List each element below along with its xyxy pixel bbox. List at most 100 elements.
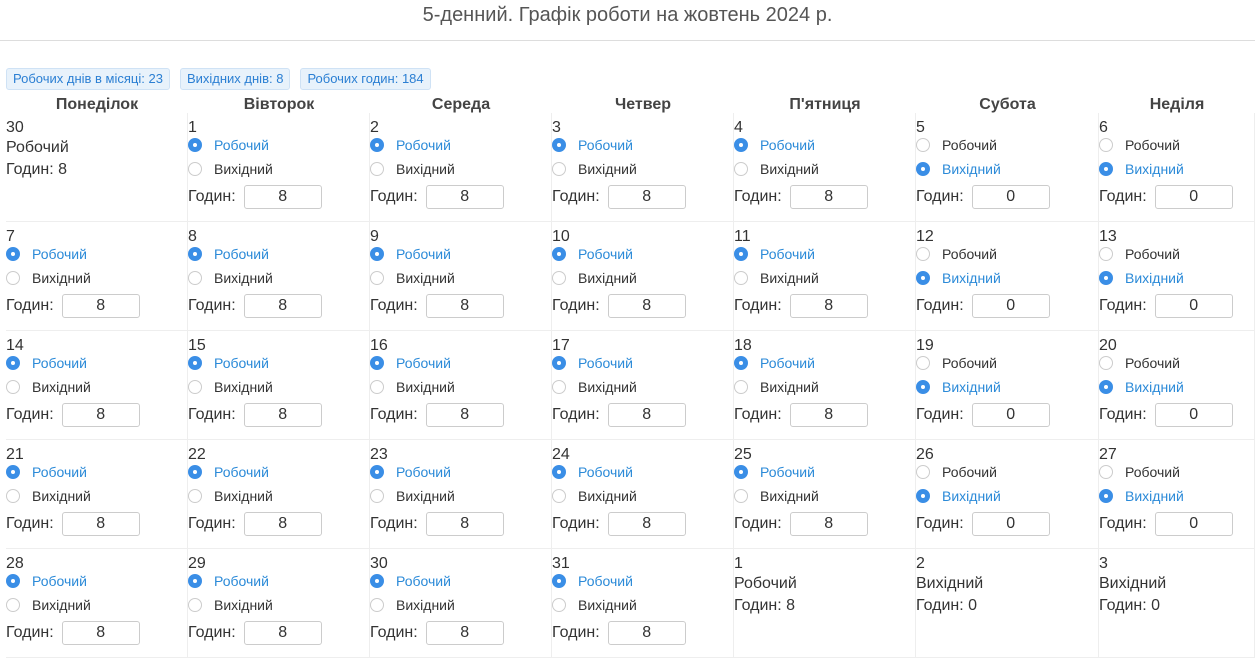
radio-checked-icon[interactable]: [552, 138, 566, 152]
radio-unchecked-icon[interactable]: [6, 598, 20, 612]
radio-working-day[interactable]: Робочий: [552, 137, 633, 153]
radio-day-off[interactable]: Вихідний: [552, 488, 637, 504]
radio-unchecked-icon[interactable]: [188, 162, 202, 176]
radio-working-day[interactable]: Робочий: [370, 246, 451, 262]
radio-working-day[interactable]: Робочий: [370, 355, 451, 371]
radio-checked-icon[interactable]: [916, 271, 930, 285]
radio-checked-icon[interactable]: [1099, 271, 1113, 285]
radio-day-off[interactable]: Вихідний: [1099, 488, 1184, 504]
radio-day-off[interactable]: Вихідний: [1099, 161, 1184, 177]
radio-working-day[interactable]: Робочий: [370, 464, 451, 480]
radio-working-day[interactable]: Робочий: [916, 464, 997, 480]
hours-input[interactable]: 8: [243, 512, 322, 536]
radio-working-day[interactable]: Робочий: [552, 355, 633, 371]
radio-day-off[interactable]: Вихідний: [1099, 270, 1184, 286]
hours-input[interactable]: 0: [1154, 512, 1233, 536]
radio-day-off[interactable]: Вихідний: [916, 379, 1001, 395]
radio-day-off[interactable]: Вихідний: [734, 379, 819, 395]
radio-day-off[interactable]: Вихідний: [6, 379, 91, 395]
radio-working-day[interactable]: Робочий: [552, 464, 633, 480]
radio-unchecked-icon[interactable]: [188, 380, 202, 394]
radio-unchecked-icon[interactable]: [188, 598, 202, 612]
radio-working-day[interactable]: Робочий: [734, 355, 815, 371]
radio-checked-icon[interactable]: [188, 138, 202, 152]
radio-day-off[interactable]: Вихідний: [370, 379, 455, 395]
radio-checked-icon[interactable]: [734, 465, 748, 479]
radio-checked-icon[interactable]: [552, 465, 566, 479]
radio-unchecked-icon[interactable]: [1099, 247, 1113, 261]
radio-day-off[interactable]: Вихідний: [188, 597, 273, 613]
radio-unchecked-icon[interactable]: [734, 271, 748, 285]
radio-working-day[interactable]: Робочий: [552, 246, 633, 262]
hours-input[interactable]: 8: [243, 621, 322, 645]
radio-checked-icon[interactable]: [6, 465, 20, 479]
hours-input[interactable]: 8: [607, 621, 686, 645]
hours-input[interactable]: 8: [789, 185, 868, 209]
radio-unchecked-icon[interactable]: [6, 489, 20, 503]
radio-unchecked-icon[interactable]: [916, 356, 930, 370]
radio-day-off[interactable]: Вихідний: [916, 270, 1001, 286]
radio-unchecked-icon[interactable]: [1099, 465, 1113, 479]
hours-input[interactable]: 0: [1154, 294, 1233, 318]
radio-day-off[interactable]: Вихідний: [916, 161, 1001, 177]
radio-working-day[interactable]: Робочий: [734, 137, 815, 153]
radio-unchecked-icon[interactable]: [552, 380, 566, 394]
hours-input[interactable]: 8: [607, 512, 686, 536]
hours-input[interactable]: 8: [61, 403, 140, 427]
hours-input[interactable]: 0: [971, 512, 1050, 536]
radio-checked-icon[interactable]: [552, 247, 566, 261]
radio-day-off[interactable]: Вихідний: [6, 597, 91, 613]
radio-day-off[interactable]: Вихідний: [552, 161, 637, 177]
radio-working-day[interactable]: Робочий: [1099, 464, 1180, 480]
hours-input[interactable]: 8: [425, 185, 504, 209]
hours-input[interactable]: 0: [971, 294, 1050, 318]
radio-unchecked-icon[interactable]: [734, 162, 748, 176]
hours-input[interactable]: 0: [1154, 185, 1233, 209]
radio-working-day[interactable]: Робочий: [6, 464, 87, 480]
radio-working-day[interactable]: Робочий: [734, 246, 815, 262]
radio-unchecked-icon[interactable]: [734, 380, 748, 394]
hours-input[interactable]: 8: [789, 512, 868, 536]
hours-input[interactable]: 8: [425, 294, 504, 318]
radio-working-day[interactable]: Робочий: [188, 246, 269, 262]
radio-unchecked-icon[interactable]: [552, 162, 566, 176]
radio-checked-icon[interactable]: [552, 356, 566, 370]
radio-unchecked-icon[interactable]: [370, 271, 384, 285]
radio-working-day[interactable]: Робочий: [6, 573, 87, 589]
hours-input[interactable]: 0: [1154, 403, 1233, 427]
radio-working-day[interactable]: Робочий: [1099, 355, 1180, 371]
radio-checked-icon[interactable]: [370, 356, 384, 370]
radio-checked-icon[interactable]: [1099, 489, 1113, 503]
radio-working-day[interactable]: Робочий: [734, 464, 815, 480]
hours-input[interactable]: 8: [789, 294, 868, 318]
radio-checked-icon[interactable]: [6, 574, 20, 588]
hours-input[interactable]: 8: [243, 403, 322, 427]
radio-checked-icon[interactable]: [734, 356, 748, 370]
radio-day-off[interactable]: Вихідний: [734, 488, 819, 504]
radio-unchecked-icon[interactable]: [734, 489, 748, 503]
radio-unchecked-icon[interactable]: [552, 489, 566, 503]
radio-unchecked-icon[interactable]: [370, 598, 384, 612]
radio-working-day[interactable]: Робочий: [916, 355, 997, 371]
radio-unchecked-icon[interactable]: [552, 598, 566, 612]
radio-unchecked-icon[interactable]: [916, 465, 930, 479]
radio-checked-icon[interactable]: [188, 574, 202, 588]
radio-working-day[interactable]: Робочий: [6, 246, 87, 262]
hours-input[interactable]: 8: [425, 512, 504, 536]
radio-day-off[interactable]: Вихідний: [188, 270, 273, 286]
radio-working-day[interactable]: Робочий: [370, 137, 451, 153]
radio-working-day[interactable]: Робочий: [188, 137, 269, 153]
radio-day-off[interactable]: Вихідний: [552, 597, 637, 613]
radio-working-day[interactable]: Робочий: [188, 464, 269, 480]
radio-day-off[interactable]: Вихідний: [370, 270, 455, 286]
radio-unchecked-icon[interactable]: [6, 380, 20, 394]
hours-input[interactable]: 8: [61, 294, 140, 318]
radio-working-day[interactable]: Робочий: [370, 573, 451, 589]
radio-day-off[interactable]: Вихідний: [188, 161, 273, 177]
radio-unchecked-icon[interactable]: [188, 489, 202, 503]
radio-checked-icon[interactable]: [734, 138, 748, 152]
radio-working-day[interactable]: Робочий: [1099, 246, 1180, 262]
radio-unchecked-icon[interactable]: [1099, 138, 1113, 152]
hours-input[interactable]: 8: [607, 185, 686, 209]
radio-day-off[interactable]: Вихідний: [552, 270, 637, 286]
